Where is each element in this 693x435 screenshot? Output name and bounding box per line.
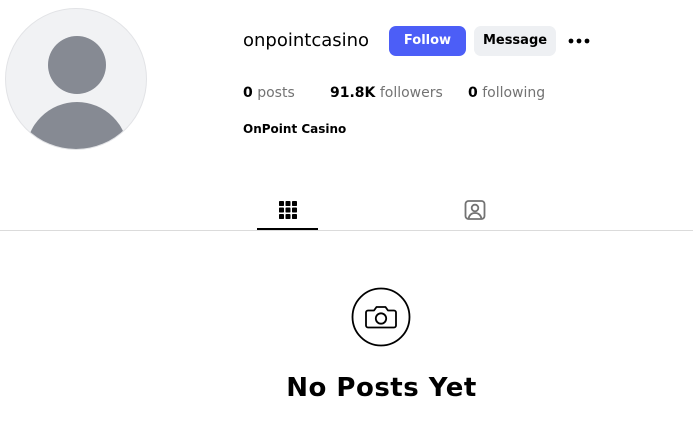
posts-label: posts — [257, 85, 295, 101]
posts-stat: 0 posts — [243, 84, 295, 102]
more-horizontal-icon — [568, 38, 590, 44]
grid-icon — [279, 201, 297, 219]
tagged-user-icon — [464, 200, 486, 220]
following-count: 0 — [468, 85, 478, 101]
empty-state-title: No Posts Yet — [286, 373, 477, 403]
profile-username: onpointcasino — [243, 30, 370, 51]
tab-tagged[interactable] — [461, 196, 489, 224]
tab-posts[interactable] — [274, 196, 302, 224]
follow-button[interactable]: Follow — [389, 26, 466, 56]
followers-stat[interactable]: 91.8K followers — [330, 84, 443, 102]
following-stat[interactable]: 0 following — [468, 84, 545, 102]
more-options-button[interactable] — [566, 26, 594, 56]
followers-label: followers — [379, 85, 443, 101]
profile-avatar[interactable] — [5, 8, 147, 150]
following-label: following — [482, 85, 546, 101]
profile-full-name: OnPoint Casino — [243, 122, 347, 136]
posts-count: 0 — [243, 85, 253, 101]
avatar-body-shape — [26, 102, 128, 149]
camera-icon — [351, 287, 411, 347]
followers-count: 91.8K — [330, 85, 376, 101]
tabs-divider — [0, 230, 693, 231]
empty-state-camera — [351, 287, 411, 347]
avatar-head-shape — [48, 36, 106, 94]
message-button[interactable]: Message — [474, 26, 556, 56]
